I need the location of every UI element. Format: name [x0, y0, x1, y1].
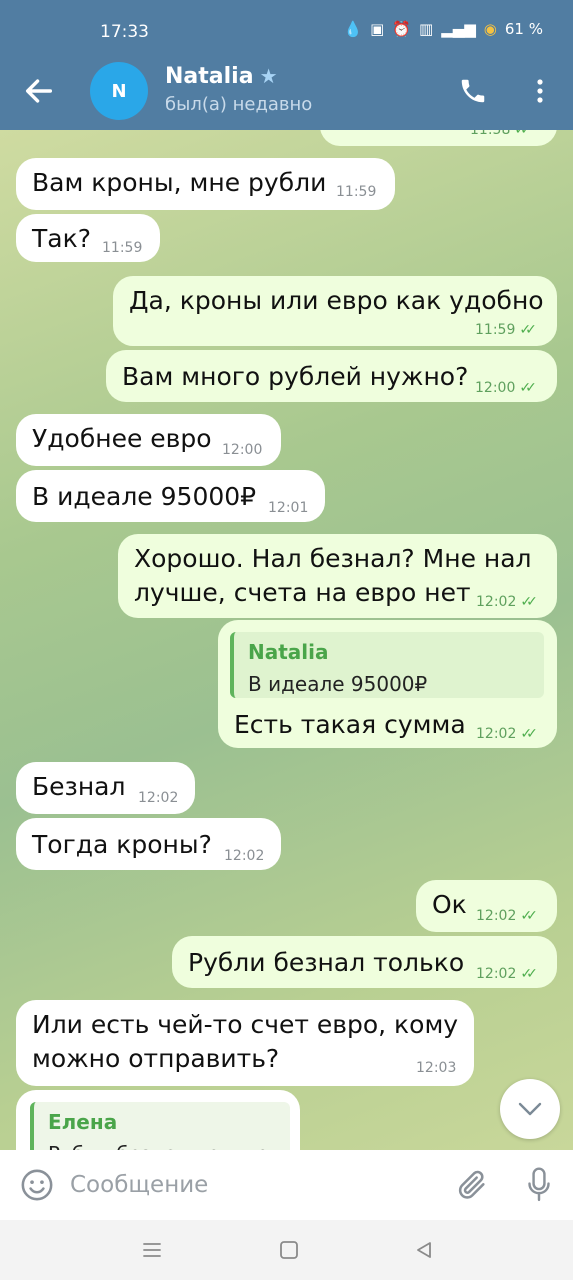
- contact-name[interactable]: Natalia ★: [165, 64, 278, 89]
- message-bubble-out[interactable]: Рубли безнал только 12:02 ✓✓: [172, 936, 557, 988]
- nfc-icon: ▣: [370, 20, 385, 38]
- message-text: лучше, счета на евро нет: [134, 578, 471, 607]
- message-bubble-in[interactable]: Или есть чей-то счет евро, кому можно от…: [16, 1000, 474, 1086]
- status-time: 17:33: [100, 22, 149, 42]
- chat-header: N Natalia ★ был(а) недавно: [0, 62, 573, 130]
- signal-icon: ▂▄▆: [441, 20, 476, 38]
- back-arrow-icon[interactable]: [22, 74, 56, 108]
- message-bubble-out[interactable]: Хорошо. Нал безнал? Мне нал лучше, счета…: [118, 534, 557, 618]
- message-bubble-out[interactable]: Ок 12:02 ✓✓: [416, 880, 557, 932]
- message-time: 11:59: [336, 184, 377, 200]
- quote-text: Рубли безнал только: [48, 1142, 269, 1150]
- read-check-icon: ✓✓: [520, 726, 538, 742]
- message-time: 12:03: [416, 1060, 457, 1076]
- microphone-icon[interactable]: [525, 1166, 553, 1204]
- message-text: Удобнее евро: [32, 424, 212, 453]
- message-text: Вам кроны, мне рубли: [32, 168, 327, 197]
- message-time: 12:02: [138, 790, 179, 806]
- message-text: Да, кроны или евро как удобно: [129, 286, 544, 315]
- system-nav-bar: [0, 1220, 573, 1280]
- message-bubble-out[interactable]: Вам много рублей нужно? 12:00 ✓✓: [106, 350, 557, 402]
- message-bubble-in[interactable]: Елена Рубли безнал только: [16, 1090, 300, 1150]
- contact-status: был(а) недавно: [165, 94, 313, 115]
- read-check-icon: ✓✓: [520, 966, 538, 982]
- alarm-icon: ⏰: [392, 20, 411, 38]
- message-text: Вам много рублей нужно?: [122, 362, 469, 391]
- reply-quote[interactable]: Елена Рубли безнал только: [30, 1102, 290, 1150]
- message-bubble-in[interactable]: Тогда кроны? 12:02: [16, 818, 281, 870]
- message-time: 12:02: [476, 908, 517, 924]
- message-bubble-out[interactable]: Да, кроны или евро как удобно 11:59 ✓✓: [113, 276, 557, 346]
- quote-author: Елена: [48, 1110, 118, 1134]
- star-icon: ★: [259, 64, 278, 88]
- message-text: Так?: [32, 224, 91, 253]
- message-text: Ок: [432, 890, 467, 919]
- message-text: Или есть чей-то счет евро, кому: [32, 1010, 459, 1039]
- message-time: 11:59: [475, 322, 516, 338]
- read-check-icon: ✓✓: [519, 380, 537, 396]
- back-triangle-icon[interactable]: [410, 1236, 438, 1264]
- drop-icon: 💧: [343, 20, 363, 38]
- message-input-bar: Сообщение: [0, 1150, 573, 1220]
- message-bubble-in[interactable]: В идеале 95000₽ 12:01: [16, 470, 325, 522]
- read-check-icon: ✓✓: [514, 130, 532, 138]
- message-time: 11:58: [470, 130, 511, 138]
- message-text: Хорошо. Нал безнал? Мне нал: [134, 544, 532, 573]
- read-check-icon: ✓✓: [520, 908, 538, 924]
- message-time: 12:02: [476, 594, 517, 610]
- attach-icon[interactable]: [455, 1168, 489, 1202]
- message-time: 12:02: [476, 966, 517, 982]
- chevron-down-icon: [518, 1102, 542, 1116]
- message-time: 12:00: [475, 380, 516, 396]
- message-time: 11:59: [102, 240, 143, 256]
- volte-icon: ▥: [419, 20, 434, 38]
- message-text: Тогда кроны?: [32, 830, 212, 859]
- status-bar: 17:33 💧 ▣ ⏰ ▥ ▂▄▆ ◉ 61 %: [0, 0, 573, 62]
- status-icons: 💧 ▣ ⏰ ▥ ▂▄▆ ◉ 61 %: [343, 20, 543, 38]
- read-check-icon: ✓✓: [519, 322, 537, 338]
- contact-name-text: Natalia: [165, 64, 254, 89]
- battery-level: 61 %: [504, 20, 543, 38]
- message-bubble-in[interactable]: Удобнее евро 12:00: [16, 414, 281, 466]
- message-text: можно отправить?: [32, 1044, 280, 1073]
- home-icon[interactable]: [275, 1236, 303, 1264]
- message-text: В идеале 95000₽: [32, 482, 257, 511]
- more-vertical-icon[interactable]: [530, 76, 550, 106]
- quote-text: В идеале 95000₽: [248, 672, 428, 696]
- quote-author: Natalia: [248, 640, 329, 664]
- menu-icon[interactable]: [138, 1236, 166, 1264]
- battery-icon: ◉: [483, 20, 497, 38]
- message-bubble-out[interactable]: 11:58 ✓✓: [320, 130, 557, 146]
- message-text: Безнал: [32, 772, 126, 801]
- avatar[interactable]: N: [90, 62, 148, 120]
- reply-quote[interactable]: Natalia В идеале 95000₽: [230, 632, 544, 698]
- message-bubble-in[interactable]: Так? 11:59: [16, 214, 160, 262]
- scroll-down-button[interactable]: [500, 1079, 560, 1139]
- message-list[interactable]: 11:58 ✓✓ Вам кроны, мне рубли 11:59 Так? …: [0, 130, 573, 1150]
- read-check-icon: ✓✓: [520, 594, 538, 610]
- phone-icon[interactable]: [458, 76, 488, 106]
- message-input[interactable]: Сообщение: [70, 1172, 208, 1198]
- message-time: 12:00: [222, 442, 263, 458]
- message-text: Есть такая сумма: [234, 710, 466, 739]
- message-bubble-in[interactable]: Вам кроны, мне рубли 11:59: [16, 158, 395, 210]
- message-time: 12:02: [224, 848, 265, 864]
- message-bubble-in[interactable]: Безнал 12:02: [16, 762, 195, 814]
- emoji-icon[interactable]: [20, 1168, 54, 1202]
- message-text: Рубли безнал только: [188, 948, 465, 977]
- message-time: 12:02: [476, 726, 517, 742]
- message-time: 12:01: [268, 500, 309, 516]
- message-bubble-out[interactable]: Natalia В идеале 95000₽ Есть такая сумма…: [218, 620, 557, 748]
